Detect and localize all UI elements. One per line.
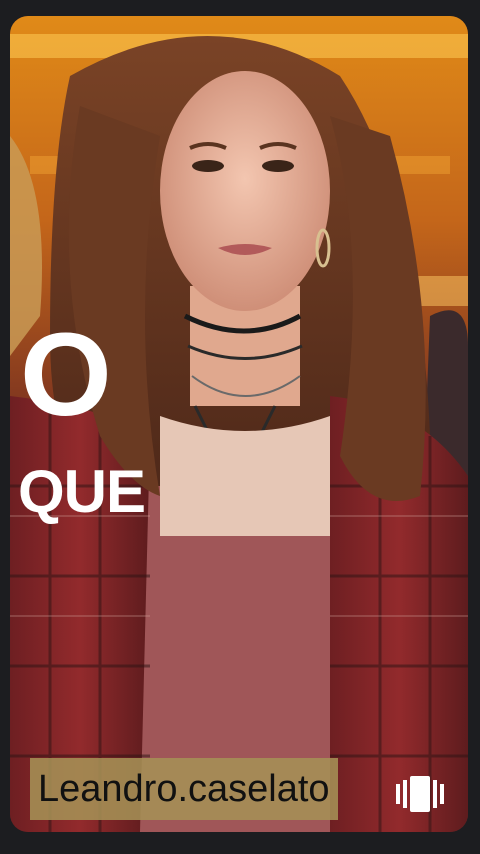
username-label: Leandro.caselato bbox=[38, 767, 330, 810]
username-tag[interactable]: Leandro.caselato bbox=[30, 758, 338, 820]
overlay-title-line-2: QUE bbox=[18, 458, 146, 525]
overlay-title-line-1: O bbox=[20, 309, 112, 441]
multi-page-carousel-icon[interactable] bbox=[396, 776, 444, 812]
story-card[interactable]: O QUE Leandro.caselato bbox=[10, 16, 468, 832]
